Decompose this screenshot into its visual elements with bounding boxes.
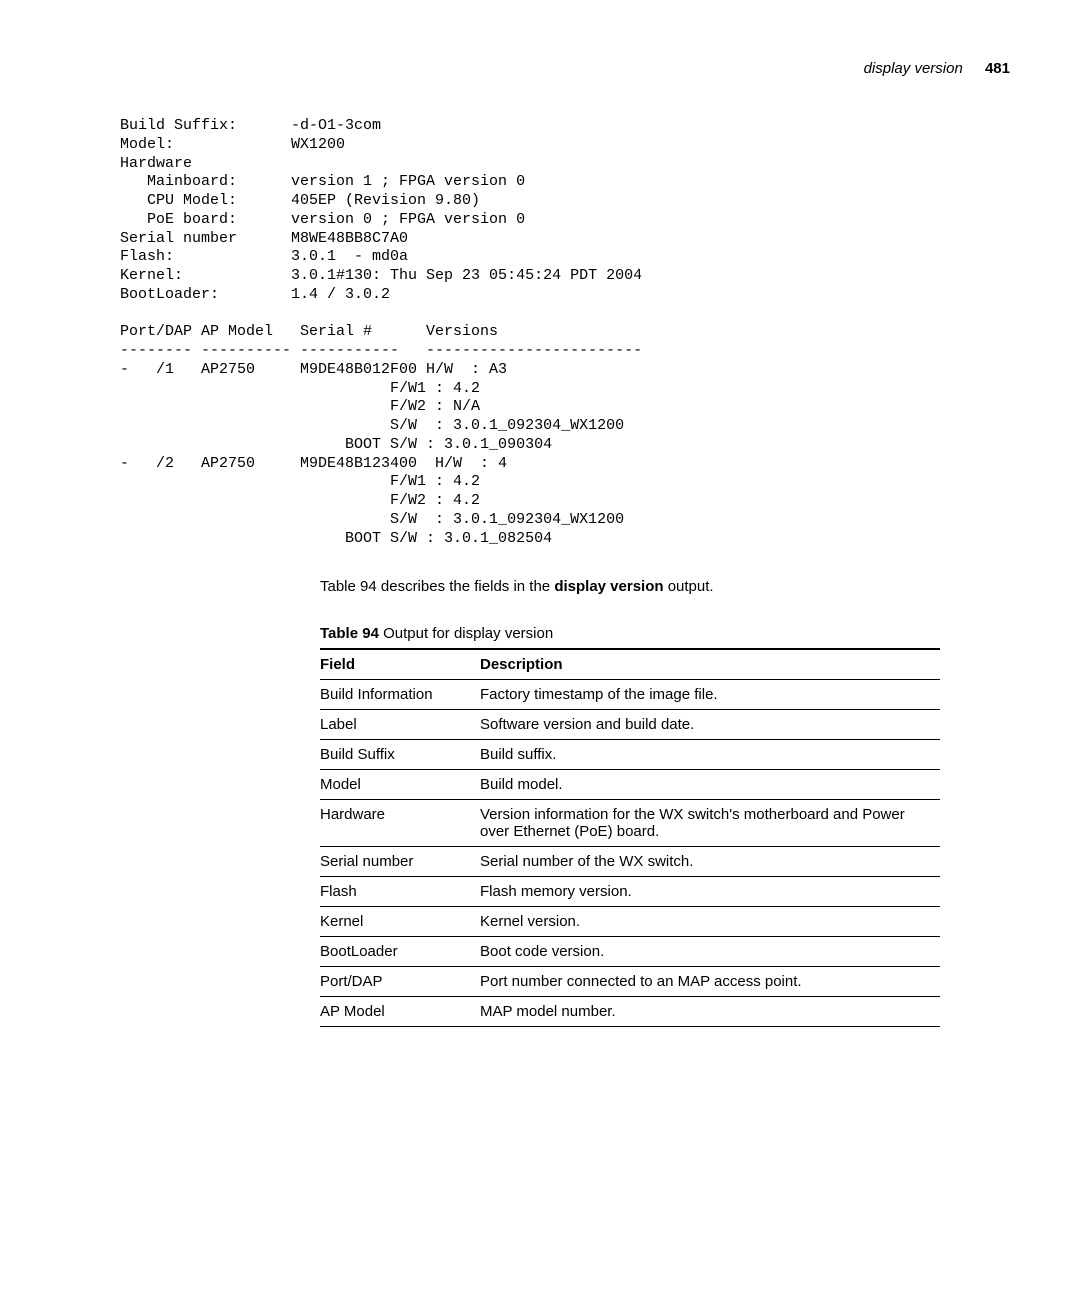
cell-desc: Kernel version. [480,907,940,937]
table-row: HardwareVersion information for the WX s… [320,800,940,847]
cell-desc: Build suffix. [480,740,940,770]
cell-desc: Flash memory version. [480,877,940,907]
cell-field: Serial number [320,847,480,877]
cell-field: Port/DAP [320,967,480,997]
cell-desc: Serial number of the WX switch. [480,847,940,877]
cell-desc: Boot code version. [480,937,940,967]
col-head-description: Description [480,649,940,680]
table-row: ModelBuild model. [320,770,940,800]
header-page-number: 481 [985,60,1010,77]
cell-field: Build Information [320,680,480,710]
table-number: Table 94 [320,625,379,642]
cell-field: Model [320,770,480,800]
table-reference-paragraph: Table 94 describes the fields in the dis… [320,576,1010,597]
table-row: KernelKernel version. [320,907,940,937]
cell-desc: Software version and build date. [480,710,940,740]
cell-desc: Port number connected to an MAP access p… [480,967,940,997]
table-block: Table 94 Output for display version Fiel… [320,625,1010,1027]
header-section: display version [864,60,963,77]
cell-field: Build Suffix [320,740,480,770]
cell-field: Flash [320,877,480,907]
terminal-output: Build Suffix: -d-O1-3com Model: WX1200 H… [120,117,1010,548]
table-header-row: Field Description [320,649,940,680]
table-row: AP ModelMAP model number. [320,997,940,1027]
table-row: Build InformationFactory timestamp of th… [320,680,940,710]
cell-desc: Version information for the WX switch's … [480,800,940,847]
cell-desc: Build model. [480,770,940,800]
table-row: Build SuffixBuild suffix. [320,740,940,770]
cell-field: Label [320,710,480,740]
caption-text-after: output. [664,578,714,595]
table-row: FlashFlash memory version. [320,877,940,907]
cell-field: Hardware [320,800,480,847]
caption-text-before: Table 94 describes the fields in the [320,578,554,595]
cell-desc: Factory timestamp of the image file. [480,680,940,710]
col-head-field: Field [320,649,480,680]
table-title: Table 94 Output for display version [320,625,1010,642]
fields-table: Field Description Build InformationFacto… [320,648,940,1027]
cell-field: AP Model [320,997,480,1027]
table-row: Serial numberSerial number of the WX swi… [320,847,940,877]
table-caption: Output for display version [379,625,553,642]
cell-field: Kernel [320,907,480,937]
page-header: display version 481 [120,60,1010,77]
cell-field: BootLoader [320,937,480,967]
caption-command-name: display version [554,578,663,595]
cell-desc: MAP model number. [480,997,940,1027]
table-row: Port/DAPPort number connected to an MAP … [320,967,940,997]
table-row: BootLoaderBoot code version. [320,937,940,967]
table-row: LabelSoftware version and build date. [320,710,940,740]
